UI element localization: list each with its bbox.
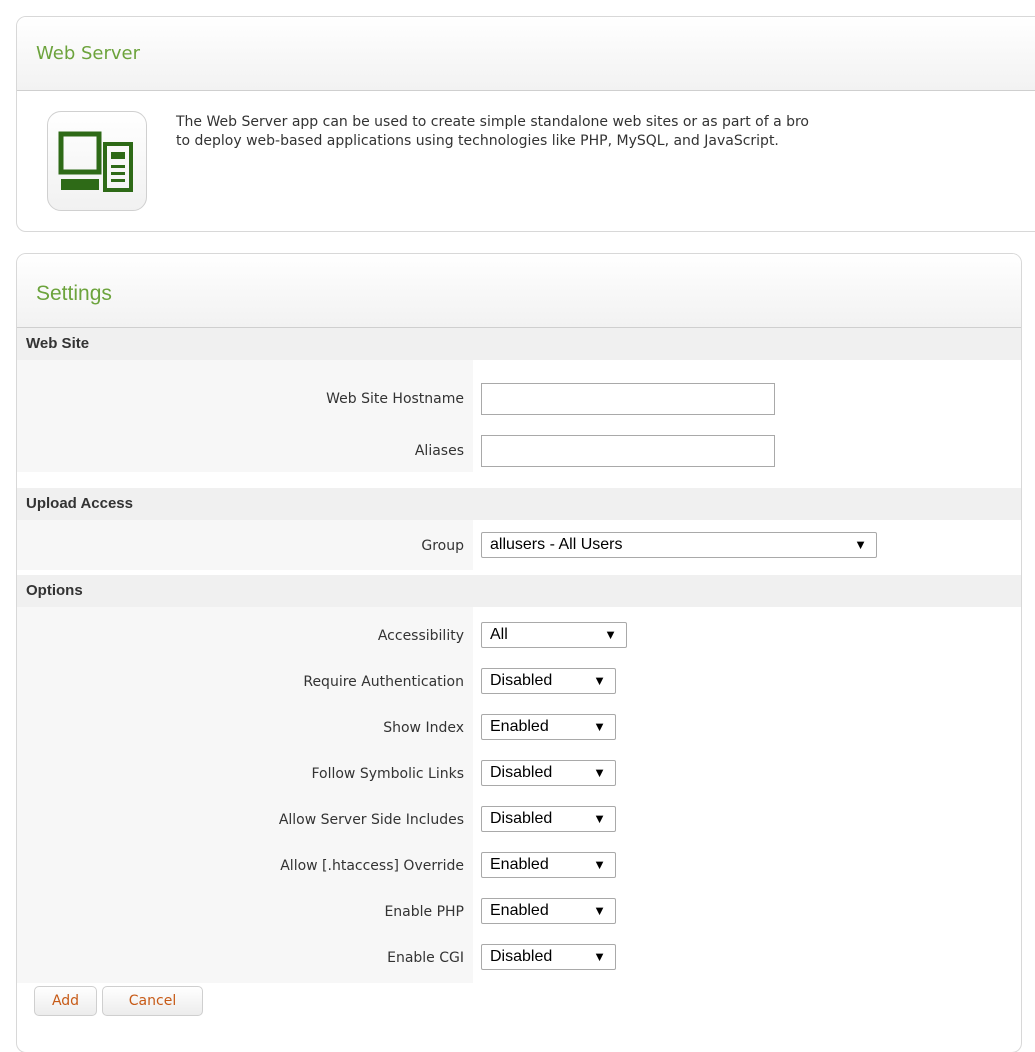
htaccess-select-value: Enabled — [490, 856, 549, 873]
add-button[interactable]: Add — [34, 986, 97, 1016]
app-info-panel: Web Server The Web Server app can be use… — [16, 16, 1035, 232]
cgi-select[interactable]: Disabled ▼ — [481, 944, 616, 970]
chevron-down-icon: ▼ — [593, 673, 606, 688]
follow-symlinks-select[interactable]: Disabled ▼ — [481, 760, 616, 786]
follow-symlinks-select-value: Disabled — [490, 764, 553, 781]
chevron-down-icon: ▼ — [593, 903, 606, 918]
group-select[interactable]: allusers - All Users ▼ — [481, 532, 877, 558]
group-label: Group — [421, 538, 464, 554]
settings-header: Settings — [17, 254, 1021, 328]
ssi-label: Allow Server Side Includes — [278, 812, 464, 828]
php-label: Enable PHP — [384, 904, 464, 920]
cgi-select-value: Disabled — [490, 948, 553, 965]
aliases-input[interactable] — [481, 435, 775, 467]
settings-title: Settings — [36, 282, 112, 305]
app-description-line-2: to deploy web-based applications using t… — [176, 133, 779, 149]
chevron-down-icon: ▼ — [593, 719, 606, 734]
ssi-select[interactable]: Disabled ▼ — [481, 806, 616, 832]
php-select[interactable]: Enabled ▼ — [481, 898, 616, 924]
options-fields-bg — [17, 607, 473, 983]
show-index-select[interactable]: Enabled ▼ — [481, 714, 616, 740]
section-web-site: Web Site — [17, 328, 1021, 360]
htaccess-label: Allow [.htaccess] Override — [280, 858, 464, 874]
htaccess-select[interactable]: Enabled ▼ — [481, 852, 616, 878]
require-auth-select-value: Disabled — [490, 672, 553, 689]
settings-panel: Settings Web Site Web Site Hostname Alia… — [16, 253, 1022, 1052]
chevron-down-icon: ▼ — [593, 765, 606, 780]
chevron-down-icon: ▼ — [593, 811, 606, 826]
show-index-select-value: Enabled — [490, 718, 549, 735]
show-index-label: Show Index — [383, 720, 464, 736]
web-server-icon-graphic — [58, 131, 133, 192]
aliases-label: Aliases — [414, 443, 464, 459]
chevron-down-icon: ▼ — [854, 537, 867, 552]
follow-symlinks-label: Follow Symbolic Links — [311, 766, 464, 782]
section-upload-access: Upload Access — [17, 488, 1021, 520]
chevron-down-icon: ▼ — [593, 857, 606, 872]
accessibility-select[interactable]: All ▼ — [481, 622, 627, 648]
app-title: Web Server — [36, 43, 140, 64]
php-select-value: Enabled — [490, 902, 549, 919]
web-server-icon — [47, 111, 147, 211]
page: Web Server The Web Server app can be use… — [0, 0, 1035, 1052]
accessibility-select-value: All — [490, 626, 508, 643]
chevron-down-icon: ▼ — [593, 949, 606, 964]
hostname-label: Web Site Hostname — [326, 391, 464, 407]
hostname-input[interactable] — [481, 383, 775, 415]
require-auth-select[interactable]: Disabled ▼ — [481, 668, 616, 694]
app-description-line-1: The Web Server app can be used to create… — [176, 114, 810, 130]
section-options: Options — [17, 575, 1021, 607]
ssi-select-value: Disabled — [490, 810, 553, 827]
chevron-down-icon: ▼ — [604, 627, 617, 642]
app-description: The Web Server app can be used to create… — [176, 113, 1035, 151]
require-auth-label: Require Authentication — [303, 674, 464, 690]
group-select-value: allusers - All Users — [490, 536, 623, 553]
app-header: Web Server — [17, 17, 1035, 91]
cgi-label: Enable CGI — [387, 950, 464, 966]
cancel-button[interactable]: Cancel — [102, 986, 203, 1016]
accessibility-label: Accessibility — [377, 628, 464, 644]
